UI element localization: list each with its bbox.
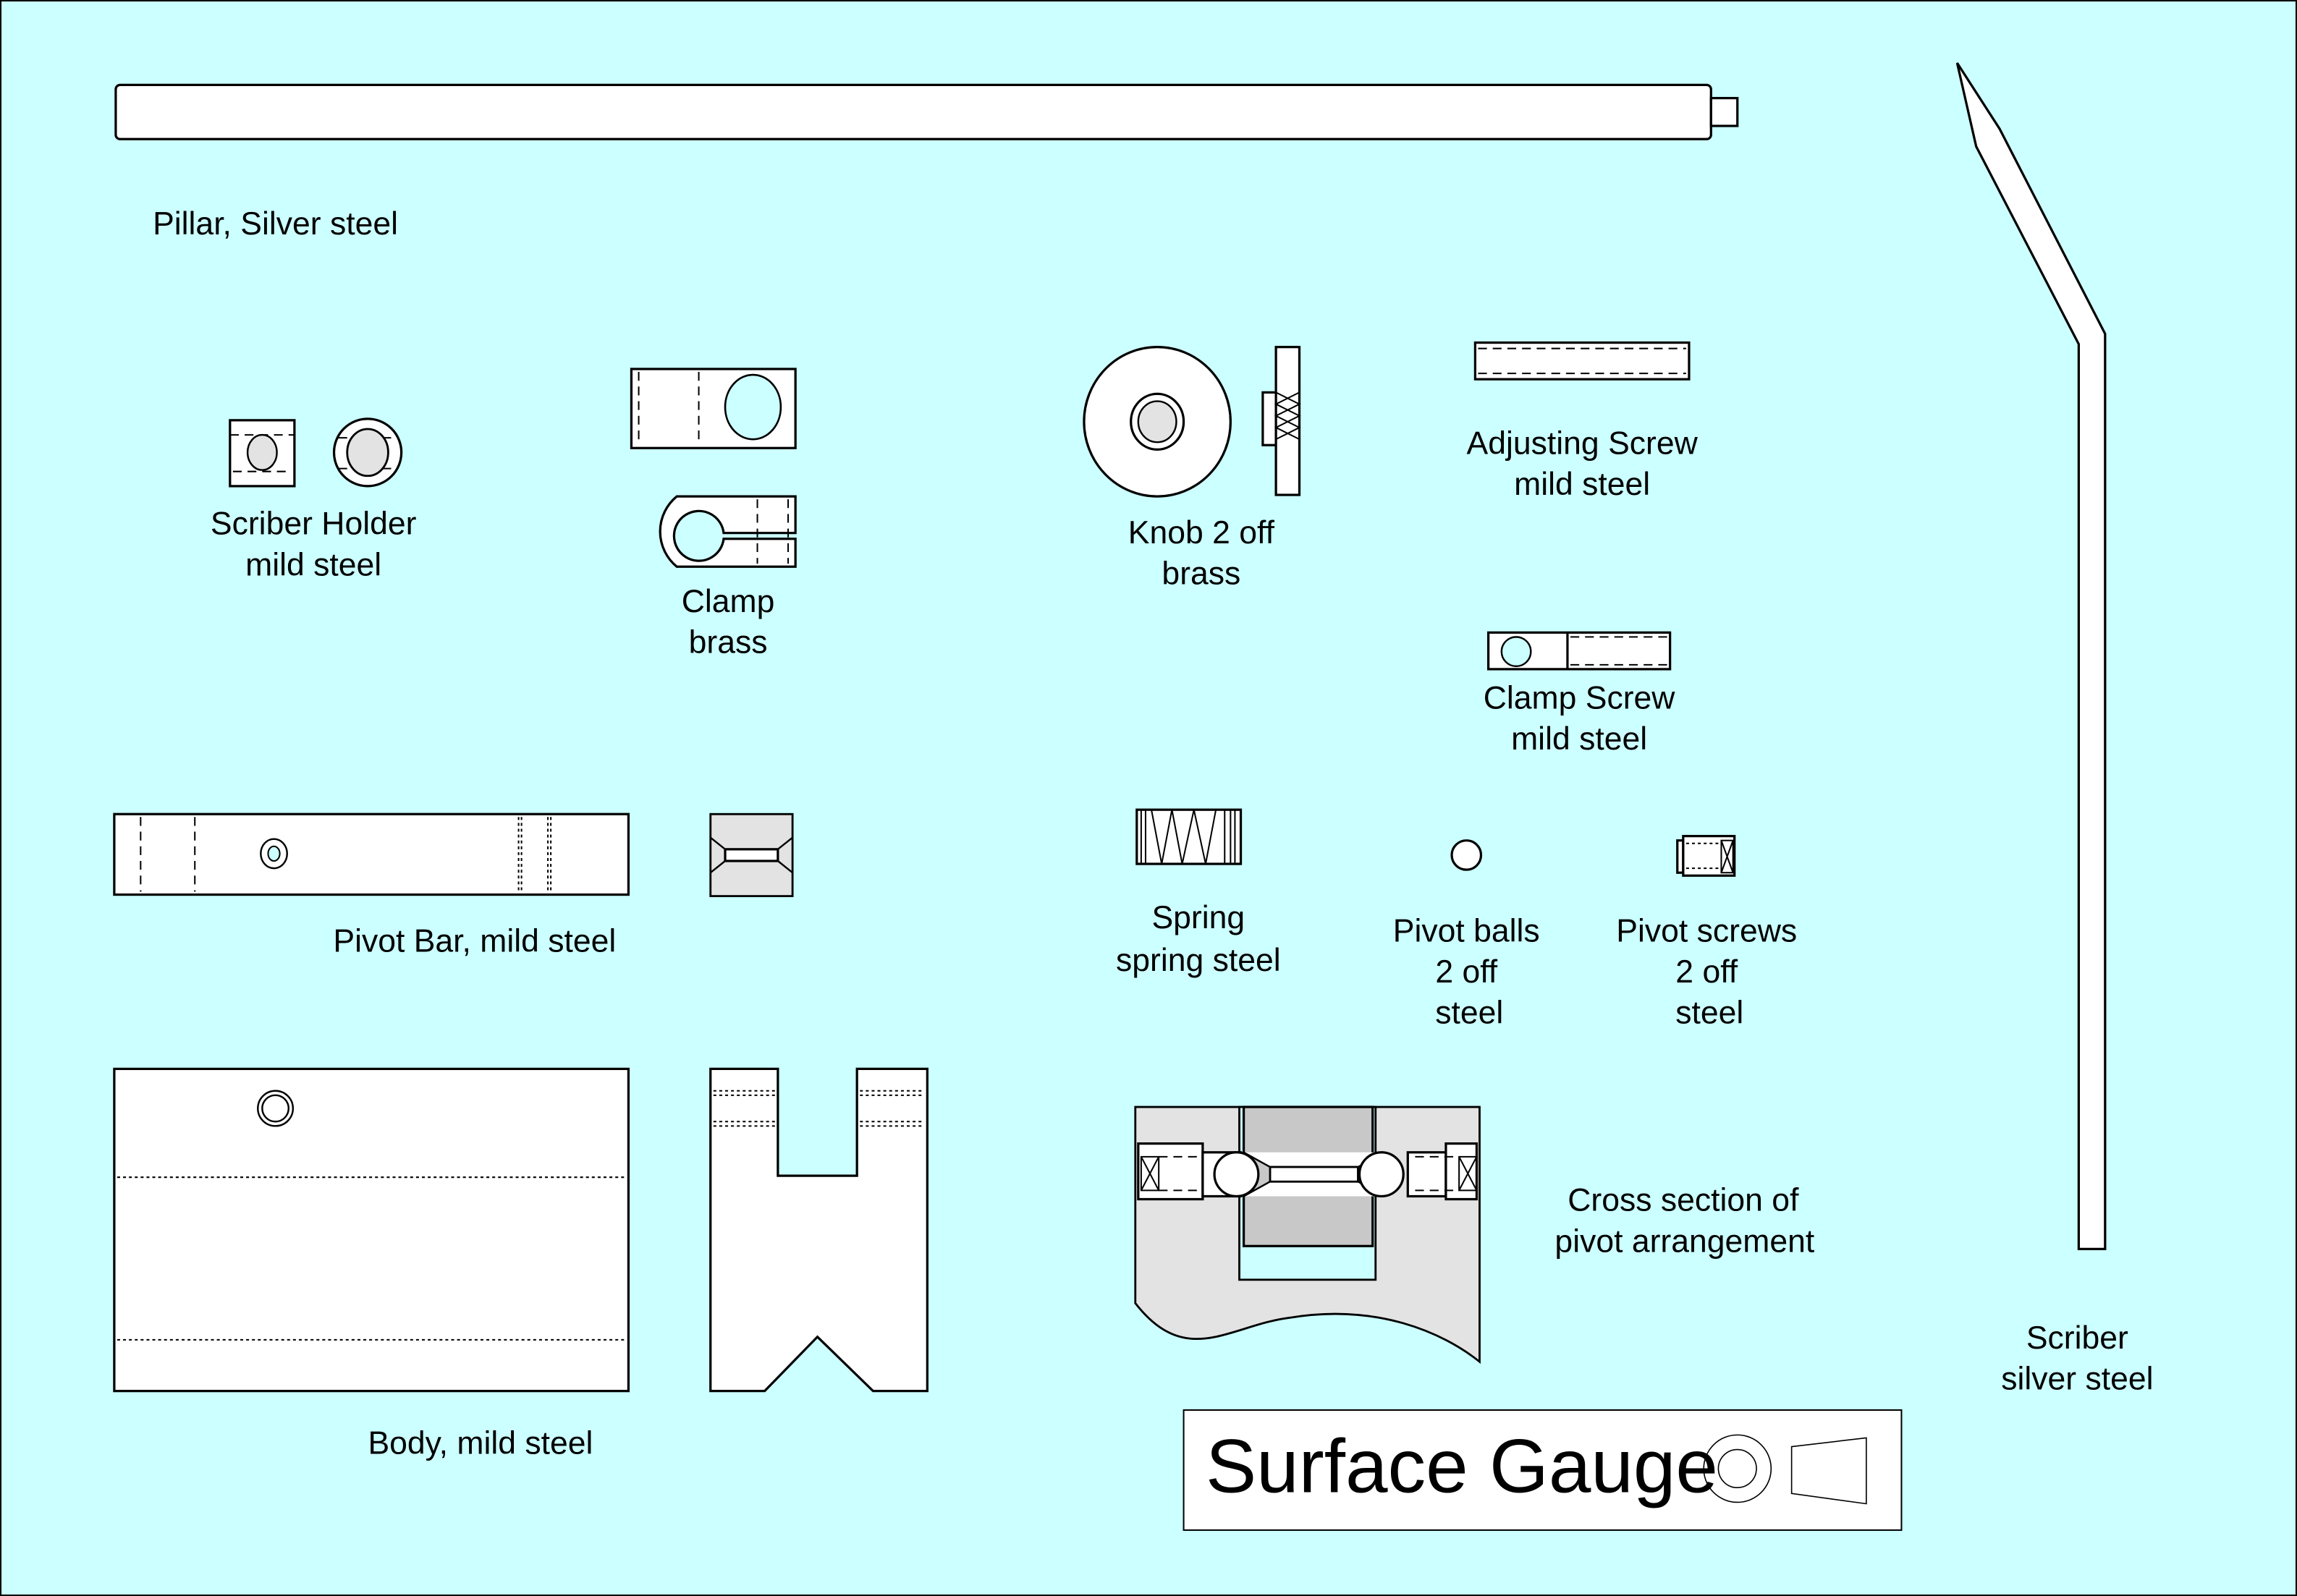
title-block: Surface Gauge [1183, 1409, 1903, 1531]
pivot-balls-label-line1: Pivot balls [1393, 913, 1540, 948]
pillar-label: Pillar, Silver steel [153, 206, 398, 242]
adjusting-screw-drawing [1473, 341, 1691, 381]
cross-section-label-line2: pivot arrangement [1554, 1223, 1814, 1259]
pivot-screw-drawing [1676, 835, 1736, 877]
knob-label-line2: brass [1162, 556, 1240, 592]
body-label: Body, mild steel [368, 1426, 593, 1461]
drawing-sheet: Pillar, Silver steel Scriber silver stee… [0, 0, 2297, 1596]
knob-label-line1: Knob 2 off [1128, 515, 1275, 551]
pivot-ball-drawing [1450, 839, 1483, 871]
scriber-label-line1: Scriber [2026, 1320, 2128, 1356]
pivot-balls-label-line2: 2 off [1435, 954, 1497, 990]
scriber-label-line2: silver steel [2001, 1362, 2153, 1397]
spring-drawing [1135, 808, 1243, 865]
clamp-label-line1: Clamp [682, 584, 775, 619]
drawing-title: Surface Gauge [1206, 1424, 1718, 1508]
clamp-screw-label-line2: mild steel [1511, 721, 1647, 757]
clamp-screw-label-line1: Clamp Screw [1484, 681, 1676, 716]
clamp-label-line2: brass [689, 625, 768, 661]
pivot-balls-label-line3: steel [1435, 996, 1503, 1031]
pivot-screws-label-line3: steel [1675, 996, 1743, 1031]
pivot-screws-label-line2: 2 off [1675, 954, 1738, 990]
clamp-screw-drawing [1487, 631, 1672, 671]
spring-label-line1: Spring [1151, 900, 1245, 935]
scriber-holder-label-line1: Scriber Holder [211, 506, 417, 542]
adjusting-screw-label-line1: Adjusting Screw [1467, 425, 1699, 461]
pivot-screws-label-line1: Pivot screws [1616, 913, 1797, 948]
cross-section-label-line1: Cross section of [1568, 1183, 1799, 1218]
scriber-holder-label-line2: mild steel [245, 547, 381, 582]
adjusting-screw-label-line2: mild steel [1514, 467, 1650, 502]
pillar-drawing [114, 83, 1739, 140]
spring-label-line2: spring steel [1116, 943, 1281, 978]
pivot-bar-label: Pivot Bar, mild steel [333, 924, 616, 959]
